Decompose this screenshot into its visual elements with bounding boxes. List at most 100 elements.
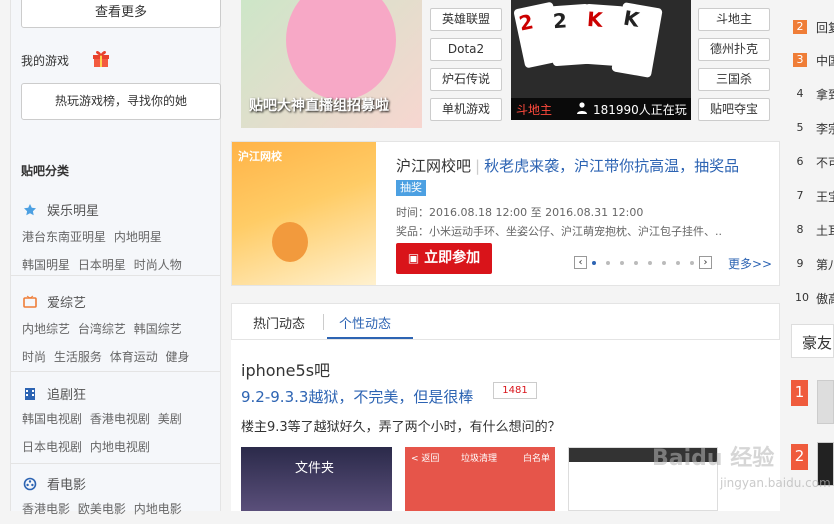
- category-drama: 追剧狂 韩国电视剧 香港电视剧 美剧 日本电视剧 内地电视剧: [11, 372, 221, 464]
- banner-caption: 贴吧大神直播组招募啦: [249, 98, 389, 114]
- promo-prize: 奖品：小米运动手环、坐姿公仔、沪江萌宠抱枕、沪江包子挂件、..: [396, 223, 756, 239]
- rank-item[interactable]: 中国: [816, 52, 834, 69]
- rank-item[interactable]: 王宝: [816, 188, 834, 205]
- poker-game-image[interactable]: 2 2 K K 斗地主 181990人正在玩: [511, 0, 691, 120]
- category-link[interactable]: 香港电影: [22, 502, 70, 516]
- rank-number: 6: [796, 155, 804, 168]
- next-arrow-icon[interactable]: ›: [699, 256, 712, 269]
- thumb-back: < 返回: [411, 454, 440, 464]
- card-game-tag[interactable]: 斗地主: [698, 8, 770, 31]
- rank-number: 10: [795, 291, 809, 304]
- pager-dot[interactable]: [690, 260, 694, 265]
- view-more-button[interactable]: 查看更多: [21, 0, 221, 28]
- category-link[interactable]: 韩国综艺: [134, 322, 182, 336]
- category-links: 韩国电视剧 香港电视剧 美剧: [22, 410, 186, 427]
- rank-item[interactable]: 不可: [816, 154, 834, 171]
- pager-dot[interactable]: [592, 260, 596, 265]
- game-rank-button[interactable]: 热玩游戏榜，寻找你的她: [21, 83, 221, 120]
- category-head[interactable]: 追剧狂: [23, 384, 86, 403]
- category-head[interactable]: 爱综艺: [23, 292, 86, 311]
- post-body: 楼主9.3等了越狱好久，弄了两个小时，有什么想问的？: [241, 420, 561, 435]
- promo-subject[interactable]: 秋老虎来袭，沪江带你抗高温，抽奖品: [484, 157, 739, 175]
- category-link[interactable]: 台湾综艺: [78, 322, 126, 336]
- post-bar-name[interactable]: iphone5s吧: [241, 357, 330, 381]
- game-tag[interactable]: 单机游戏: [430, 98, 502, 121]
- category-link[interactable]: 日本电视剧: [22, 440, 82, 454]
- promo-title[interactable]: 沪江网校吧 | 秋老虎来袭，沪江带你抗高温，抽奖品 抽奖: [396, 156, 756, 198]
- pager-dot[interactable]: [648, 260, 652, 265]
- category-link[interactable]: 内地综艺: [22, 322, 70, 336]
- pager-dot[interactable]: [606, 260, 610, 265]
- card-game-tag[interactable]: 德州扑克: [698, 38, 770, 61]
- category-link[interactable]: 体育运动: [110, 350, 158, 364]
- gift-icon: ▣: [407, 251, 420, 265]
- prize-label: 奖品：: [396, 225, 429, 238]
- game-tag[interactable]: 炉石传说: [430, 68, 502, 91]
- rank-item[interactable]: 拿到: [816, 86, 834, 103]
- star-icon: [24, 203, 36, 215]
- game-tag[interactable]: Dota2: [430, 38, 502, 61]
- tab-hot[interactable]: 热门动态: [253, 313, 305, 332]
- feed-tabs: 热门动态 个性动态: [231, 303, 780, 340]
- tv-icon: [23, 295, 37, 308]
- anime-banner-image[interactable]: 贴吧大神直播组招募啦: [241, 0, 422, 128]
- category-links: 香港电影 欧美电影 内地电影: [22, 500, 186, 517]
- anime-girl-illustration: [286, 0, 396, 100]
- baidu-watermark-url: jingyan.baidu.com: [720, 476, 831, 490]
- thumb-title: 垃圾清理: [461, 454, 498, 464]
- pager-dot[interactable]: [676, 260, 680, 265]
- category-head[interactable]: 看电影: [23, 474, 86, 493]
- pager-dot[interactable]: [662, 260, 666, 265]
- film-icon: [25, 387, 35, 400]
- active-tab-underline: [327, 337, 413, 339]
- category-link[interactable]: 欧美电影: [78, 502, 126, 516]
- right-box-title: 豪友: [791, 324, 834, 358]
- category-links: 内地综艺 台湾综艺 韩国综艺: [22, 320, 186, 337]
- rank-number: 4: [796, 87, 804, 100]
- category-links: 时尚 生活服务 体育运动 健身: [22, 348, 194, 365]
- promo-card: 沪江网校 沪江网校吧 | 秋老虎来袭，沪江带你抗高温，抽奖品 抽奖 时间：2016.…: [231, 141, 780, 286]
- category-link[interactable]: 内地电视剧: [90, 440, 150, 454]
- rank-item[interactable]: 回复: [816, 19, 834, 36]
- promo-bar-name[interactable]: 沪江网校吧: [396, 157, 471, 175]
- card-game-tag[interactable]: 三国杀: [698, 68, 770, 91]
- pager-dot[interactable]: [634, 260, 638, 265]
- rank-item[interactable]: 李宗: [816, 120, 834, 137]
- game-tag[interactable]: 英雄联盟: [430, 8, 502, 31]
- category-head[interactable]: 娱乐明星: [23, 200, 99, 219]
- category-link[interactable]: 日本明星: [78, 258, 126, 272]
- promo-pager: ‹ ›: [574, 256, 712, 269]
- category-link[interactable]: 港台东南亚明星: [22, 230, 106, 244]
- category-link[interactable]: 时尚: [22, 350, 46, 364]
- category-link[interactable]: 内地电影: [134, 502, 182, 516]
- prev-arrow-icon[interactable]: ‹: [574, 256, 587, 269]
- rank-item[interactable]: 土耳: [816, 222, 834, 239]
- category-link[interactable]: 内地明星: [114, 230, 162, 244]
- post-thumbnail[interactable]: 文件夹: [241, 447, 392, 511]
- category-link[interactable]: 韩国电视剧: [22, 412, 82, 426]
- rank-item[interactable]: 傲高: [816, 290, 834, 307]
- category-link[interactable]: 韩国明星: [22, 258, 70, 272]
- pager-dot[interactable]: [620, 260, 624, 265]
- rank-item[interactable]: 第八: [816, 256, 834, 273]
- category-links: 日本电视剧 内地电视剧: [22, 438, 154, 455]
- post-thumbnail[interactable]: < 返回 垃圾清理 白名单: [405, 447, 555, 511]
- category-link[interactable]: 健身: [166, 350, 190, 364]
- post-title[interactable]: 9.2-9.3.3越狱，不完美，但是很棒: [241, 386, 473, 407]
- category-link[interactable]: 时尚人物: [134, 258, 182, 272]
- rank-flag: 1: [791, 380, 808, 406]
- tab-personal[interactable]: 个性动态: [339, 313, 391, 332]
- promo-image[interactable]: 沪江网校: [232, 142, 376, 285]
- rank-avatar[interactable]: [817, 380, 834, 424]
- join-button[interactable]: ▣ 立即参加: [396, 243, 492, 274]
- category-link[interactable]: 美剧: [158, 412, 182, 426]
- thumb-header: < 返回 垃圾清理 白名单: [405, 447, 555, 465]
- category-label: 追剧狂: [47, 388, 87, 403]
- more-link[interactable]: 更多>>: [728, 255, 772, 272]
- rank-number: 7: [796, 189, 804, 202]
- category-link[interactable]: 香港电视剧: [90, 412, 150, 426]
- card-game-tag[interactable]: 贴吧夺宝: [698, 98, 770, 121]
- reel-icon: [23, 477, 37, 490]
- category-link[interactable]: 生活服务: [54, 350, 102, 364]
- gift-icon[interactable]: [91, 48, 111, 68]
